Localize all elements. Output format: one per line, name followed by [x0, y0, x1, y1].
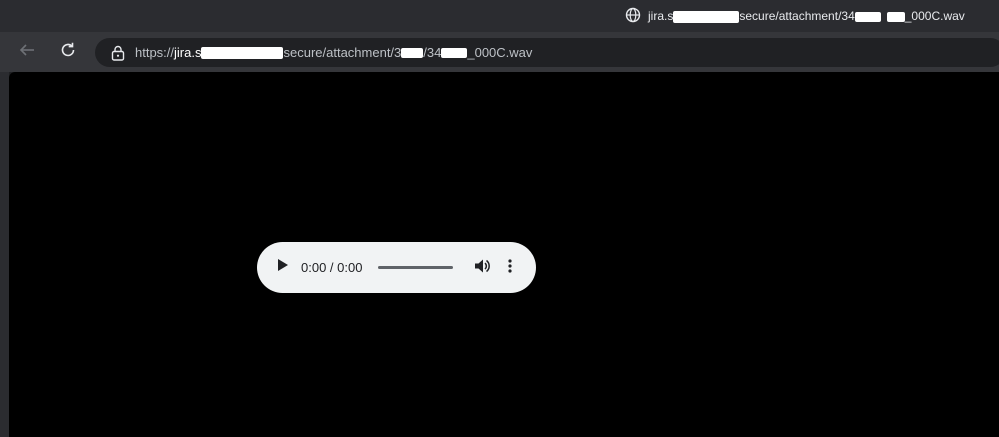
time-display: 0:00 / 0:00 [301, 260, 363, 275]
address-bar[interactable]: https://jira.s secure/attachment/3/34 _000… [95, 38, 999, 67]
redaction-mark [673, 10, 740, 23]
url-scheme: https:// [135, 45, 175, 60]
back-button[interactable] [12, 36, 42, 68]
redaction-mark [401, 47, 424, 58]
url-filename: _000C.wav [467, 45, 533, 60]
window-left-edge [0, 72, 9, 437]
globe-icon [625, 7, 641, 26]
tab-title[interactable]: jira.s secure/attachment/34 _000C.wav [625, 7, 965, 25]
url-host: jira.s [174, 45, 202, 60]
tab-title-text-start: jira.s [648, 9, 674, 23]
tab-title-text-end: _000C.wav [904, 9, 965, 23]
progress-bar[interactable] [378, 266, 453, 269]
redaction-mark [854, 11, 881, 22]
volume-icon [473, 257, 491, 280]
volume-button[interactable] [472, 258, 492, 278]
redaction-mark [886, 11, 905, 22]
title-bar: jira.s secure/attachment/34 _000C.wav [0, 0, 999, 32]
url-path-2: /34 [423, 45, 442, 60]
arrow-left-icon [18, 41, 36, 64]
site-info-icon[interactable] [111, 45, 125, 61]
play-button[interactable] [275, 259, 291, 276]
redaction-mark [441, 47, 468, 58]
redaction-mark [201, 46, 284, 59]
play-icon [277, 258, 289, 277]
audio-player: 0:00 / 0:00 [257, 242, 536, 293]
more-vertical-icon [507, 258, 513, 279]
reload-icon [59, 41, 77, 64]
reload-button[interactable] [53, 36, 83, 68]
url-path: secure/attachment/3 [283, 45, 402, 60]
tab-title-text-mid: secure/attachment/34 [739, 9, 855, 23]
more-options-button[interactable] [503, 258, 517, 278]
